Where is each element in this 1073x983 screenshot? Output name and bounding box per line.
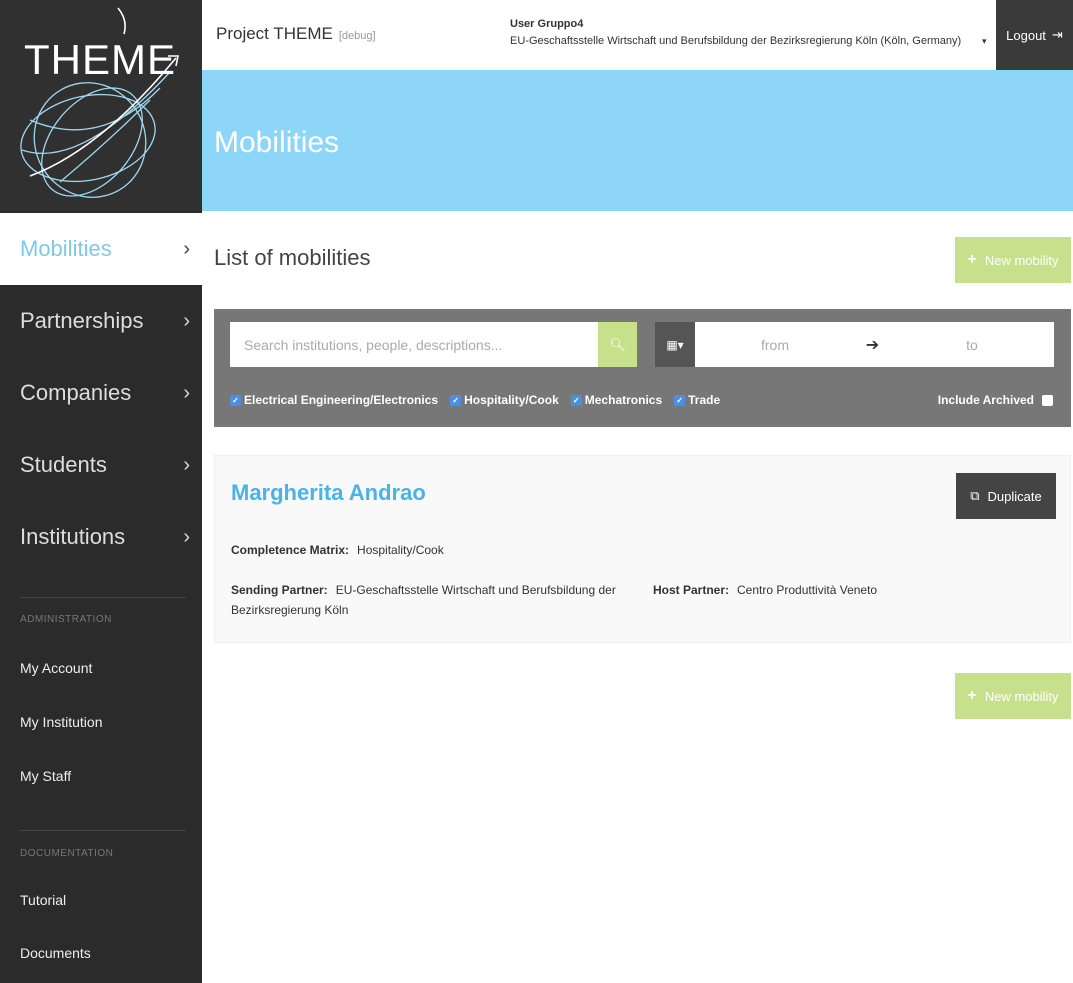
plus-icon: + (967, 687, 977, 704)
user-menu[interactable]: User Gruppo4 EU-Geschaftsstelle Wirtscha… (510, 18, 961, 47)
checkbox-checked-icon[interactable]: ✓ (570, 394, 582, 406)
include-archived-toggle[interactable]: Include Archived (938, 393, 1053, 407)
top-bar: Project THEME [debug] User Gruppo4 EU-Ges… (202, 0, 1073, 70)
new-mobility-button-bottom[interactable]: + New mobility (955, 673, 1071, 719)
logout-button[interactable]: Logout ⇥ (996, 0, 1073, 70)
sidebar-item-label: Students (20, 452, 107, 477)
duplicate-icon: ⧉ (970, 488, 980, 503)
arrow-right-icon: ➔ (855, 322, 890, 367)
calendar-icon: ▦▾ (666, 337, 684, 352)
filter-label: Electrical Engineering/Electronics (244, 393, 439, 407)
sidebar-link-documents[interactable]: Documents (20, 945, 91, 961)
mobility-card: Margherita Andrao ⧉ Duplicate Completenc… (214, 455, 1071, 643)
sidebar: THEME Mobilities › Partnerships › Compan… (0, 0, 202, 983)
user-name: User Gruppo4 (510, 18, 584, 30)
duplicate-label: Duplicate (987, 488, 1042, 504)
list-title: List of mobilities (214, 245, 371, 270)
project-name: Project THEME (216, 24, 333, 43)
sidebar-item-label: Institutions (20, 524, 126, 549)
host-partner-field: Host Partner: Centro Produttività Veneto (653, 580, 877, 600)
search-input[interactable] (230, 322, 598, 367)
project-title: Project THEME [debug] (216, 24, 376, 44)
filter-label: Hospitality/Cook (464, 393, 559, 407)
chevron-right-icon: › (183, 237, 190, 260)
search-button[interactable]: 🔍︎ (598, 322, 637, 367)
sidebar-item-label: Partnerships (20, 308, 144, 333)
theme-logo[interactable]: THEME (0, 0, 202, 211)
field-value-continued: Bezirksregierung Köln (231, 603, 349, 617)
filter-mechatronics[interactable]: ✓ Mechatronics (570, 393, 663, 407)
globe-logo-icon (20, 7, 179, 198)
duplicate-button[interactable]: ⧉ Duplicate (956, 473, 1056, 519)
chevron-right-icon: › (183, 381, 190, 404)
field-value: EU-Geschaftsstelle Wirtschaft und Berufs… (335, 583, 616, 597)
sidebar-item-companies[interactable]: Companies › (0, 357, 202, 429)
checkbox-checked-icon[interactable]: ✓ (674, 394, 686, 406)
sidebar-item-label: Companies (20, 380, 132, 405)
category-filters: ✓ Electrical Engineering/Electronics ✓ H… (230, 393, 726, 407)
filter-electrical-engineering[interactable]: ✓ Electrical Engineering/Electronics (230, 393, 438, 407)
user-institution: EU-Geschaftsstelle Wirtschaft und Berufs… (510, 35, 962, 47)
chevron-right-icon: › (183, 525, 190, 548)
new-mobility-label: New mobility (984, 688, 1059, 704)
mobility-name-link[interactable]: Margherita Andrao (231, 480, 426, 506)
field-label: Sending Partner: (231, 583, 328, 597)
competence-matrix-field: Completence Matrix: Hospitality/Cook (231, 540, 444, 560)
sidebar-link-my-institution[interactable]: My Institution (20, 714, 102, 730)
logout-label: Logout (1006, 27, 1046, 43)
sidebar-link-tutorial[interactable]: Tutorial (20, 892, 66, 908)
new-mobility-label: New mobility (984, 252, 1059, 268)
checkbox-checked-icon[interactable]: ✓ (230, 394, 241, 406)
date-to-input[interactable] (890, 322, 1054, 367)
filter-label: Trade (688, 393, 721, 407)
field-label: Host Partner: (653, 583, 730, 597)
filter-trade[interactable]: ✓ Trade (674, 393, 720, 407)
section-title-documentation: DOCUMENTATION (20, 848, 114, 859)
debug-label: [debug] (338, 30, 376, 42)
logo-text: THEME (24, 36, 176, 83)
filter-label: Mechatronics (584, 393, 663, 407)
field-label: Completence Matrix: (231, 543, 350, 557)
checkbox-checked-icon[interactable]: ✓ (450, 394, 462, 406)
sidebar-item-students[interactable]: Students › (0, 429, 202, 501)
sidebar-item-mobilities[interactable]: Mobilities › (0, 213, 202, 285)
divider (20, 597, 186, 598)
page-banner: Mobilities (202, 70, 1073, 211)
sidebar-link-my-staff[interactable]: My Staff (20, 768, 71, 784)
field-value: Hospitality/Cook (357, 543, 444, 557)
sidebar-item-institutions[interactable]: Institutions › (0, 501, 202, 573)
sidebar-link-my-account[interactable]: My Account (20, 660, 92, 676)
filter-panel: 🔍︎ ▦▾ ➔ ✓ Electrical Engineering/Electro… (214, 309, 1071, 427)
sending-partner-field: Sending Partner: EU-Geschaftsstelle Wirts… (231, 580, 631, 620)
plus-icon: + (967, 251, 977, 268)
logout-icon: ⇥ (1051, 27, 1063, 42)
include-archived-checkbox[interactable] (1042, 394, 1053, 406)
include-archived-label: Include Archived (937, 393, 1034, 407)
date-from-input[interactable] (695, 322, 855, 367)
page-title: Mobilities (214, 126, 340, 159)
search-icon: 🔍︎ (609, 336, 626, 352)
divider (20, 830, 186, 831)
sidebar-item-partnerships[interactable]: Partnerships › (0, 285, 202, 357)
filter-hospitality-cook[interactable]: ✓ Hospitality/Cook (450, 393, 559, 407)
chevron-right-icon: › (183, 453, 190, 476)
new-mobility-button[interactable]: + New mobility (955, 237, 1071, 283)
sidebar-item-label: Mobilities (20, 236, 112, 261)
calendar-dropdown-button[interactable]: ▦▾ (655, 322, 695, 367)
caret-down-icon[interactable]: ▾ (982, 36, 987, 47)
chevron-right-icon: › (183, 309, 190, 332)
section-title-administration: ADMINISTRATION (20, 614, 112, 625)
field-value: Centro Produttività Veneto (737, 583, 878, 597)
